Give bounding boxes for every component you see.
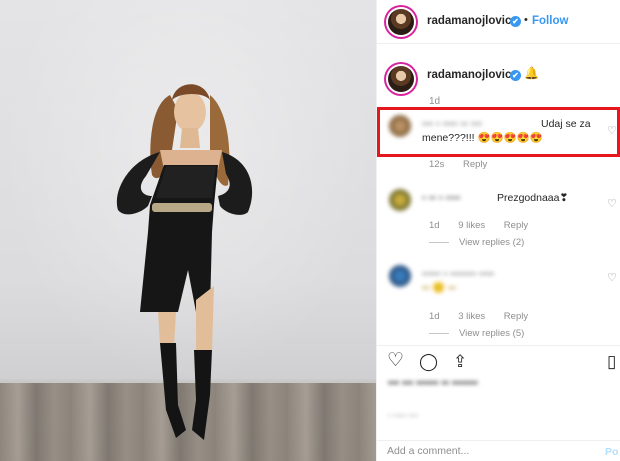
- post-side-panel: radamanojlovic ✔ • Follow radamanojlovic…: [376, 0, 620, 461]
- reply-button[interactable]: Reply: [463, 159, 487, 170]
- author-avatar[interactable]: [388, 9, 414, 35]
- comment-time[interactable]: 12s: [429, 159, 444, 170]
- action-bar: ♡ ◯ ⇪ ▯: [377, 345, 620, 373]
- reply-button[interactable]: Reply: [504, 220, 528, 231]
- heart-icon[interactable]: ♡: [607, 271, 617, 284]
- comment-icon[interactable]: ◯: [419, 352, 438, 372]
- heart-icon[interactable]: ♡: [607, 197, 617, 210]
- add-comment-bar: Po: [377, 440, 620, 461]
- comment-time[interactable]: 1d: [429, 220, 440, 231]
- comment-time[interactable]: 1d: [429, 311, 440, 322]
- author-username[interactable]: radamanojlovic: [427, 15, 511, 27]
- post-comment-button[interactable]: Po: [605, 446, 618, 458]
- view-replies-button[interactable]: View replies (5): [429, 328, 524, 339]
- verified-badge-icon: ✔: [510, 70, 521, 81]
- follow-button[interactable]: Follow: [532, 15, 568, 27]
- comment-input[interactable]: [387, 445, 587, 457]
- caption-time[interactable]: 1d: [429, 96, 440, 107]
- comment-meta: 1d 3 likes Reply: [429, 311, 544, 322]
- reply-button[interactable]: Reply: [504, 311, 528, 322]
- save-icon[interactable]: ▯: [607, 352, 616, 372]
- post-photo[interactable]: [0, 0, 376, 461]
- comments-list[interactable]: radamanojlovic ✔ 🔔 1d ▪▪▪ ▪ ▪▪▪▪ ▪▪ ▪▪▪ …: [377, 45, 620, 345]
- share-icon[interactable]: ⇪: [453, 352, 467, 372]
- commenter-avatar[interactable]: [389, 265, 411, 287]
- commenter-username[interactable]: ▪ ▪▪ ▪ ▪▪▪▪: [422, 191, 461, 205]
- comment-likes[interactable]: 9 likes: [458, 220, 485, 231]
- woman-figure: [116, 84, 253, 440]
- comment-meta: 12s Reply: [429, 159, 503, 170]
- post-timestamp[interactable]: ▪ ▪▪▪▪ ▪▪▪: [388, 411, 418, 420]
- verified-badge-icon: ✔: [510, 16, 521, 27]
- red-highlight-box: [377, 107, 620, 157]
- header-separator: •: [524, 14, 528, 26]
- view-replies-button[interactable]: View replies (2): [429, 237, 524, 248]
- comment-text-blurred: ▪▪ 🙂 ▪▪: [422, 282, 456, 294]
- comment-text: Prezgodnaaa❣: [497, 192, 569, 204]
- liked-by-text[interactable]: ▪▪▪ ▪▪▪ ▪▪▪▪▪▪ ▪▪ ▪▪▪▪▪▪▪: [388, 377, 478, 389]
- comment-likes[interactable]: 3 likes: [458, 311, 485, 322]
- bell-emoji: 🔔: [524, 66, 539, 80]
- caption-username[interactable]: radamanojlovic: [427, 69, 511, 81]
- like-icon[interactable]: ♡: [387, 351, 404, 371]
- comment-meta: 1d 9 likes Reply: [429, 220, 544, 231]
- post-header: radamanojlovic ✔ • Follow: [377, 0, 620, 44]
- caption-avatar[interactable]: [388, 66, 414, 92]
- commenter-username[interactable]: ▪▪▪▪▪ ▪ ▪▪▪▪▪▪▪ ▪▪▪▪: [422, 267, 494, 281]
- commenter-avatar[interactable]: [389, 189, 411, 211]
